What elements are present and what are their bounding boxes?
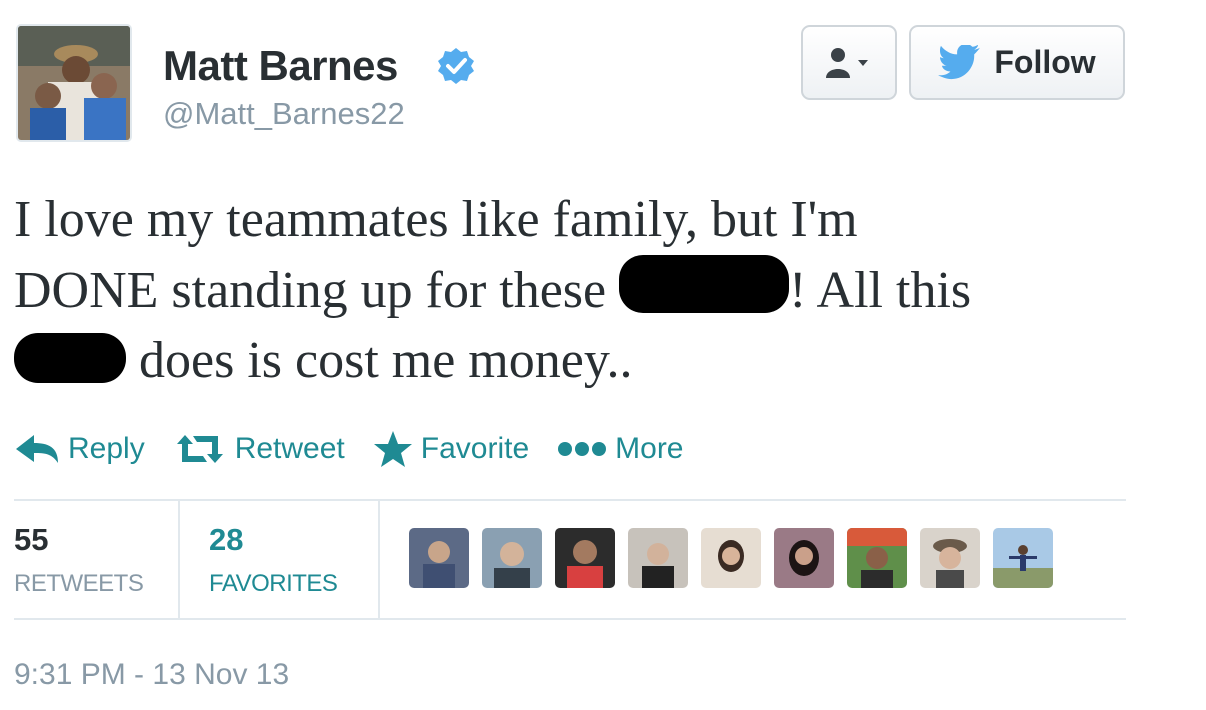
reply-label: Reply	[68, 432, 145, 465]
favoriter-avatar[interactable]	[701, 528, 761, 588]
tweet-text-line-1: I love my teammates like family, but I'm	[14, 191, 858, 248]
author-name[interactable]: Matt Barnes	[163, 42, 398, 90]
tweet-actions: Reply Retweet Favorite More	[14, 430, 712, 468]
more-label: More	[615, 432, 684, 465]
follow-label: Follow	[994, 44, 1096, 80]
follow-button[interactable]: Follow	[909, 25, 1125, 100]
author-handle[interactable]: @Matt_Barnes22	[163, 96, 405, 132]
favorite-label: Favorite	[420, 432, 530, 465]
user-icon	[826, 47, 868, 78]
favoriter-avatar[interactable]	[409, 528, 469, 588]
tweet-text-line-2: DONE standing up for these ! All this	[14, 255, 1164, 326]
favoriter-avatar[interactable]	[628, 528, 688, 588]
divider	[14, 499, 1126, 501]
favorites-stat[interactable]: 28 FAVORITES	[209, 522, 338, 598]
more-dots-icon	[558, 442, 607, 456]
retweets-label: RETWEETS	[14, 570, 144, 597]
favoriter-avatar[interactable]	[847, 528, 907, 588]
favoriter-avatar[interactable]	[993, 528, 1053, 588]
retweets-count: 55	[14, 522, 49, 557]
favoriter-avatars	[409, 528, 1053, 588]
retweets-stat[interactable]: 55 RETWEETS	[14, 522, 144, 598]
tweet-timestamp[interactable]: 9:31 PM - 13 Nov 13	[14, 658, 289, 692]
chevron-down-icon	[858, 59, 868, 66]
favoriter-avatar[interactable]	[482, 528, 542, 588]
favorites-count: 28	[209, 522, 244, 557]
redaction-mark	[14, 333, 126, 383]
author-avatar[interactable]	[16, 24, 132, 142]
user-actions-button[interactable]	[801, 25, 897, 100]
favoriter-avatar[interactable]	[774, 528, 834, 588]
tweet-text-line-2-start: DONE standing up for these	[14, 262, 620, 319]
favorites-label: FAVORITES	[209, 570, 338, 597]
divider	[14, 618, 1126, 620]
stat-separator	[178, 501, 180, 618]
favoriter-avatar[interactable]	[555, 528, 615, 588]
verified-badge-icon	[438, 48, 474, 84]
favorite-action[interactable]: Favorite	[373, 430, 529, 468]
retweet-label: Retweet	[234, 432, 345, 465]
tweet-text-line-3: does is cost me money..	[14, 326, 1164, 396]
stat-separator	[378, 501, 380, 618]
reply-action[interactable]: Reply	[14, 432, 145, 466]
star-icon	[373, 431, 412, 467]
redaction-mark	[619, 255, 790, 313]
tweet-text-line-3-end: does is cost me money..	[126, 332, 633, 389]
tweet-text: I love my teammates like family, but I'm…	[14, 185, 1164, 396]
more-action[interactable]: More	[557, 432, 684, 466]
favoriter-avatar[interactable]	[920, 528, 980, 588]
tweet-text-line-2-end: ! All this	[789, 262, 972, 319]
retweet-icon	[176, 435, 223, 463]
avatar-photo	[18, 26, 130, 140]
retweet-action[interactable]: Retweet	[173, 432, 345, 466]
reply-arrow-icon	[16, 435, 58, 463]
twitter-bird-icon	[938, 44, 981, 79]
